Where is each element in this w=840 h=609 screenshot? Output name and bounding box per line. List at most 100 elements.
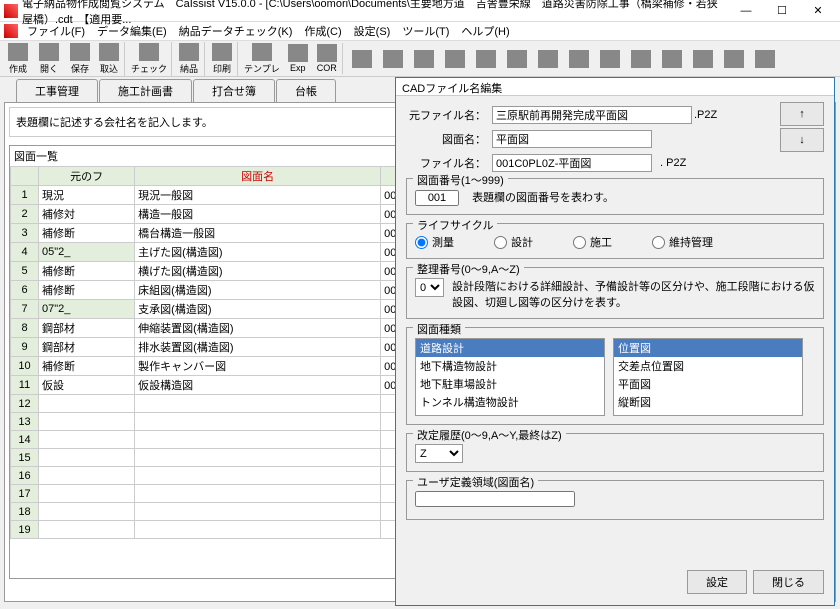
toolbar-icon bbox=[476, 50, 496, 68]
toolbar-icon bbox=[352, 50, 372, 68]
toolbar-納品[interactable]: 納品 bbox=[177, 42, 205, 76]
origfile-input[interactable] bbox=[492, 106, 692, 124]
toolbar-保存[interactable]: 保存 bbox=[66, 42, 94, 76]
rev-select[interactable]: Z bbox=[415, 444, 463, 463]
minimize-button[interactable]: — bbox=[728, 1, 764, 21]
toolbar-COR[interactable]: COR bbox=[315, 43, 343, 74]
toolbar-取込[interactable]: 取込 bbox=[97, 42, 125, 76]
userdef-label: ユーザ定義領域(図面名) bbox=[413, 474, 538, 490]
toolbar-icon bbox=[39, 43, 59, 61]
tab-construction[interactable]: 工事管理 bbox=[16, 79, 98, 102]
lifecycle-label: ライフサイクル bbox=[413, 217, 497, 233]
type-subtype-list[interactable]: 位置図交差点位置図平面図縦断図 bbox=[613, 338, 803, 416]
list-item[interactable]: 地下構造物設計 bbox=[416, 357, 604, 375]
toolbar-開く[interactable]: 開く bbox=[35, 42, 63, 76]
toolbar-btn22[interactable] bbox=[720, 49, 748, 69]
toolbar-作成[interactable]: 作成 bbox=[4, 42, 32, 76]
toolbar-icon bbox=[288, 44, 308, 62]
tab-ledger[interactable]: 台帳 bbox=[276, 79, 336, 102]
drawno-input[interactable] bbox=[415, 190, 459, 206]
col-rownum bbox=[11, 167, 39, 186]
lifecycle-option[interactable]: 施工 bbox=[573, 234, 612, 250]
toolbar-icon bbox=[317, 44, 337, 62]
type-category-list[interactable]: 道路設計地下構造物設計地下駐車場設計トンネル構造物設計 bbox=[415, 338, 605, 416]
toolbar-Exp[interactable]: Exp bbox=[284, 43, 312, 74]
userdef-input[interactable] bbox=[415, 491, 575, 507]
toolbar-icon bbox=[383, 50, 403, 68]
arrow-down-button[interactable]: ↓ bbox=[780, 128, 824, 152]
toolbar-btn15[interactable] bbox=[503, 49, 531, 69]
toolbar-btn19[interactable] bbox=[627, 49, 655, 69]
menu-settings[interactable]: 設定(S) bbox=[349, 22, 396, 40]
toolbar-btn16[interactable] bbox=[534, 49, 562, 69]
drawno-group-label: 図面番号(1～999) bbox=[413, 172, 508, 188]
list-item[interactable]: 交差点位置図 bbox=[614, 357, 802, 375]
toolbar-icon bbox=[631, 50, 651, 68]
seiri-label: 整理番号(0～9,A～Z) bbox=[413, 261, 524, 277]
toolbar-btn12[interactable] bbox=[410, 49, 438, 69]
toolbar-icon bbox=[70, 43, 90, 61]
drawing-label: 図面名： bbox=[406, 131, 486, 147]
dialog-title: CADファイル名編集 bbox=[396, 78, 834, 96]
list-item[interactable]: 縦断図 bbox=[614, 393, 802, 411]
toolbar-icon bbox=[99, 43, 119, 61]
toolbar-btn23[interactable] bbox=[751, 49, 779, 69]
list-item[interactable]: 位置図 bbox=[614, 339, 802, 357]
lifecycle-option[interactable]: 維持管理 bbox=[652, 234, 713, 250]
drawing-input[interactable] bbox=[492, 130, 652, 148]
close-button[interactable]: ✕ bbox=[800, 1, 836, 21]
toolbar-btn14[interactable] bbox=[472, 49, 500, 69]
toolbar-icon bbox=[507, 50, 527, 68]
app-icon bbox=[4, 4, 18, 18]
tab-meeting[interactable]: 打合せ簿 bbox=[193, 79, 275, 102]
cad-filename-dialog: CADファイル名編集 ↑ ↓ 元ファイル名： .P2Z 図面名： ファイル名： … bbox=[395, 77, 835, 606]
toolbar-btn10[interactable] bbox=[348, 49, 376, 69]
toolbar-icon bbox=[724, 50, 744, 68]
seiri-select[interactable]: 0 bbox=[415, 278, 444, 297]
toolbar-btn20[interactable] bbox=[658, 49, 686, 69]
lifecycle-option[interactable]: 測量 bbox=[415, 234, 454, 250]
toolbar-btn17[interactable] bbox=[565, 49, 593, 69]
toolbar-icon bbox=[179, 43, 199, 61]
arrow-up-button[interactable]: ↑ bbox=[780, 102, 824, 126]
list-item[interactable]: 平面図 bbox=[614, 375, 802, 393]
menu-create[interactable]: 作成(C) bbox=[299, 22, 346, 40]
tab-plan[interactable]: 施工計画書 bbox=[99, 79, 192, 102]
toolbar-btn18[interactable] bbox=[596, 49, 624, 69]
toolbar-icon bbox=[693, 50, 713, 68]
menu-help[interactable]: ヘルプ(H) bbox=[456, 22, 514, 40]
menu-file[interactable]: ファイル(F) bbox=[22, 22, 90, 40]
file-input[interactable] bbox=[492, 154, 652, 172]
menu-data-check[interactable]: 納品データチェック(K) bbox=[174, 22, 298, 40]
toolbar-icon bbox=[445, 50, 465, 68]
file-label: ファイル名： bbox=[406, 155, 486, 171]
lifecycle-option[interactable]: 設計 bbox=[494, 234, 533, 250]
toolbar-icon bbox=[755, 50, 775, 68]
origfile-label: 元ファイル名： bbox=[406, 107, 486, 123]
list-item[interactable]: 地下駐車場設計 bbox=[416, 375, 604, 393]
toolbar-btn13[interactable] bbox=[441, 49, 469, 69]
list-item[interactable]: 道路設計 bbox=[416, 339, 604, 357]
toolbar-印刷[interactable]: 印刷 bbox=[210, 42, 238, 76]
set-button[interactable]: 設定 bbox=[687, 570, 747, 594]
menu-tools[interactable]: ツール(T) bbox=[397, 22, 454, 40]
toolbar-icon bbox=[414, 50, 434, 68]
toolbar-テンプレ[interactable]: テンプレ bbox=[243, 42, 281, 76]
rev-label: 改定履歴(0～9,A～Y,最終はZ) bbox=[413, 427, 566, 443]
toolbar-btn11[interactable] bbox=[379, 49, 407, 69]
app-icon-small bbox=[4, 24, 18, 38]
close-dialog-button[interactable]: 閉じる bbox=[753, 570, 824, 594]
toolbar-icon bbox=[538, 50, 558, 68]
type-label: 図面種類 bbox=[413, 321, 465, 337]
maximize-button[interactable]: ☐ bbox=[764, 1, 800, 21]
col-drawing-name: 図面名 bbox=[135, 167, 381, 186]
titlebar: 電子納品物作成閲覧システム CaIssist V15.0.0 - [C:\Use… bbox=[0, 0, 840, 22]
toolbar-btn21[interactable] bbox=[689, 49, 717, 69]
origfile-ext: .P2Z bbox=[694, 109, 717, 121]
menu-data-edit[interactable]: データ編集(E) bbox=[92, 22, 172, 40]
toolbar-icon bbox=[252, 43, 272, 61]
toolbar-icon bbox=[8, 43, 28, 61]
toolbar-icon bbox=[600, 50, 620, 68]
list-item[interactable]: トンネル構造物設計 bbox=[416, 393, 604, 411]
toolbar-チェック[interactable]: チェック bbox=[130, 42, 172, 76]
